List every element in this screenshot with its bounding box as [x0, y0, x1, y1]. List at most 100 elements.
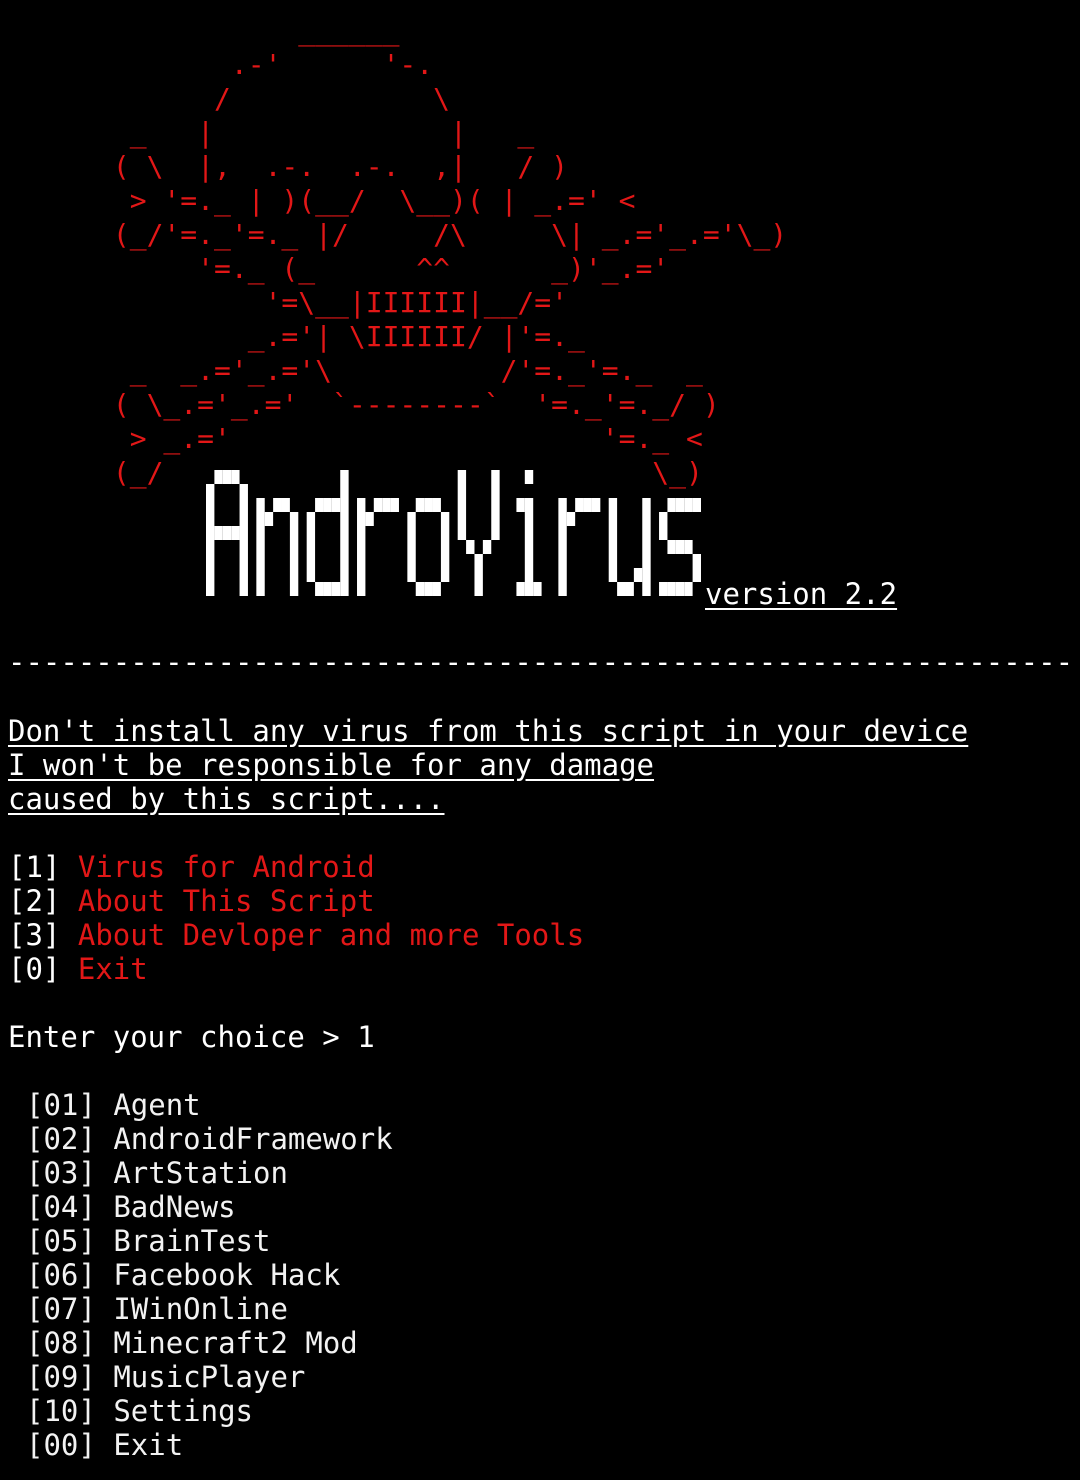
title-pixel [206, 568, 215, 582]
title-pixel [357, 582, 366, 596]
title-pixel [516, 498, 525, 512]
version-label: version 2.2 [705, 577, 898, 611]
title-pixel [432, 582, 441, 596]
item-key: [08] [26, 1326, 96, 1360]
title-pixel [315, 498, 324, 512]
menu-item-virus-for-android: [1] Virus for Android [8, 850, 584, 884]
item-label: Facebook Hack [113, 1258, 341, 1292]
title-pixel [558, 554, 567, 568]
title-pixel [608, 568, 618, 582]
virus-list-item: [03] ArtStation [26, 1156, 393, 1190]
title-pixel [692, 498, 701, 512]
title-pixel [357, 568, 366, 582]
title-pixel [289, 582, 299, 596]
title-pixel [424, 582, 433, 596]
menu-label: Virus for Android [77, 850, 375, 884]
title-pixel [608, 540, 618, 554]
title-pixel [491, 512, 500, 526]
title-pixel [289, 540, 299, 554]
title-pixel [432, 498, 441, 512]
title-pixel [407, 540, 416, 554]
title-pixel [558, 582, 567, 596]
choice-prompt[interactable]: Enter your choice > 1 [8, 1020, 375, 1054]
item-key: [01] [26, 1088, 96, 1122]
title-pixel [457, 484, 467, 498]
terminal-screen[interactable]: ______ .-' '-. / \ _ | | _ ( \ |, .-. .-… [0, 0, 1080, 1480]
item-key: [06] [26, 1258, 96, 1292]
title-pixel [608, 554, 618, 568]
title-pixel [684, 540, 693, 554]
menu-item-about-script: [2] About This Script [8, 884, 584, 918]
title-pixel [642, 526, 651, 540]
title-pixel [306, 568, 316, 582]
skull-crossbones-ascii-art: ______ .-' '-. / \ _ | | _ ( \ |, .-. .-… [112, 14, 788, 489]
title-pixel [390, 498, 399, 512]
title-pixel [659, 582, 668, 596]
title-pixel [239, 582, 248, 596]
title-pixel [675, 498, 685, 512]
title-pixel [608, 526, 618, 540]
title-pixel [692, 554, 701, 568]
title-pixel [340, 554, 349, 568]
title-pixel [306, 512, 316, 526]
title-pixel [256, 526, 265, 540]
title-pixel [642, 512, 651, 526]
title-pixel [206, 484, 215, 498]
menu-label: About Devloper and more Tools [77, 918, 585, 952]
item-label: ArtStation [113, 1156, 288, 1190]
app-title-logo [206, 470, 701, 596]
title-pixel [315, 582, 324, 596]
item-label: AndroidFramework [113, 1122, 393, 1156]
title-pixel [457, 498, 467, 512]
pixel-font-title [206, 470, 701, 596]
menu-item-about-developer: [3] About Devloper and more Tools [8, 918, 584, 952]
item-label: Settings [113, 1394, 253, 1428]
virus-list-item: [02] AndroidFramework [26, 1122, 393, 1156]
title-pixel [440, 554, 450, 568]
title-pixel [566, 512, 576, 526]
virus-list-item: [04] BadNews [26, 1190, 393, 1224]
title-pixel [491, 498, 500, 512]
item-label: Minecraft2 Mod [113, 1326, 358, 1360]
title-pixel [491, 484, 500, 498]
title-pixel [357, 498, 366, 512]
title-pixel [642, 554, 651, 568]
title-pixel [675, 540, 685, 554]
title-pixel [633, 568, 643, 582]
item-key: [05] [26, 1224, 96, 1258]
title-pixel [340, 484, 349, 498]
title-pixel [415, 498, 425, 512]
title-pixel [340, 568, 349, 582]
title-pixel [206, 582, 215, 596]
title-pixel [382, 498, 391, 512]
title-pixel [206, 540, 215, 554]
title-pixel [239, 498, 248, 512]
title-pixel [407, 568, 416, 582]
title-pixel [667, 498, 676, 512]
title-pixel [256, 540, 265, 554]
title-pixel [482, 540, 492, 554]
separator-line: ----------------------------------------… [8, 645, 1074, 679]
title-pixel [524, 582, 534, 596]
disclaimer-block: Don't install any virus from this script… [8, 714, 968, 816]
title-pixel [340, 470, 349, 484]
title-pixel [642, 498, 651, 512]
title-pixel [306, 526, 316, 540]
title-pixel [667, 582, 676, 596]
title-pixel [558, 498, 567, 512]
title-pixel [340, 512, 349, 526]
title-pixel [340, 540, 349, 554]
title-pixel [524, 540, 534, 554]
item-key: [04] [26, 1190, 96, 1224]
title-pixel [214, 526, 223, 540]
item-key: [09] [26, 1360, 96, 1394]
title-pixel [206, 554, 215, 568]
title-pixel [474, 554, 483, 568]
title-pixel [533, 582, 542, 596]
title-pixel [583, 498, 592, 512]
menu-key: [2] [8, 884, 61, 918]
title-pixel [524, 498, 534, 512]
title-pixel [524, 512, 534, 526]
item-label: IWinOnline [113, 1292, 288, 1326]
title-pixel [239, 512, 248, 526]
